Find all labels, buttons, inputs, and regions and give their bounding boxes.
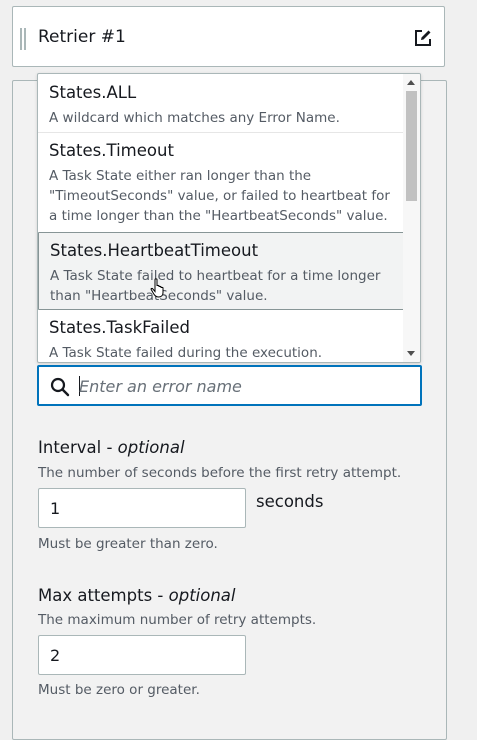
max-attempts-hint: Must be zero or greater. — [38, 682, 200, 698]
error-option[interactable]: States.Timeout A Task State either ran l… — [38, 133, 404, 230]
scroll-up-arrow-icon[interactable] — [407, 80, 415, 85]
error-option-description: A Task State failed to heartbeat for a t… — [50, 268, 381, 304]
error-option[interactable]: States.HeartbeatTimeout A Task State fai… — [38, 232, 404, 310]
max-attempts-optional-text: optional — [168, 586, 236, 605]
interval-unit: seconds — [256, 492, 324, 511]
max-attempts-label: Max attempts - optional — [38, 586, 236, 605]
error-option[interactable]: States.TaskFailed A Task State failed du… — [38, 310, 404, 362]
error-option-name: States.TaskFailed — [49, 318, 191, 337]
error-search-box[interactable] — [37, 365, 422, 406]
error-option[interactable]: States.ALL A wildcard which matches any … — [38, 74, 404, 133]
scrollbar-thumb[interactable] — [406, 91, 417, 201]
error-option-description: A Task State either ran longer than the … — [49, 168, 390, 224]
interval-label-text: Interval — [38, 438, 102, 457]
drag-handle-icon[interactable] — [20, 28, 26, 50]
scroll-down-arrow-icon[interactable] — [407, 351, 415, 356]
hand-cursor-icon — [150, 278, 164, 298]
dropdown-scrollbar[interactable] — [403, 74, 420, 362]
interval-description: The number of seconds before the first r… — [38, 465, 402, 481]
error-option-name: States.Timeout — [49, 141, 174, 160]
max-attempts-input[interactable] — [38, 635, 246, 675]
error-option-name: States.HeartbeatTimeout — [50, 241, 259, 260]
max-attempts-label-text: Max attempts — [38, 586, 153, 605]
max-attempts-description: The maximum number of retry attempts. — [38, 612, 317, 628]
interval-label: Interval - optional — [38, 438, 185, 457]
retrier-header[interactable]: Retrier #1 — [12, 6, 445, 67]
error-option-name: States.ALL — [49, 83, 137, 102]
interval-optional-text: optional — [117, 438, 185, 457]
search-icon — [50, 377, 70, 397]
error-option-description: A wildcard which matches any Error Name. — [49, 110, 340, 126]
interval-input[interactable] — [38, 488, 246, 528]
edit-icon[interactable] — [413, 28, 433, 48]
error-dropdown[interactable]: States.ALL A wildcard which matches any … — [37, 73, 421, 363]
retrier-title: Retrier #1 — [38, 27, 126, 47]
interval-hint: Must be greater than zero. — [38, 536, 218, 552]
error-name-input[interactable] — [79, 374, 409, 398]
error-option-description: A Task State failed during the execution… — [49, 345, 323, 361]
